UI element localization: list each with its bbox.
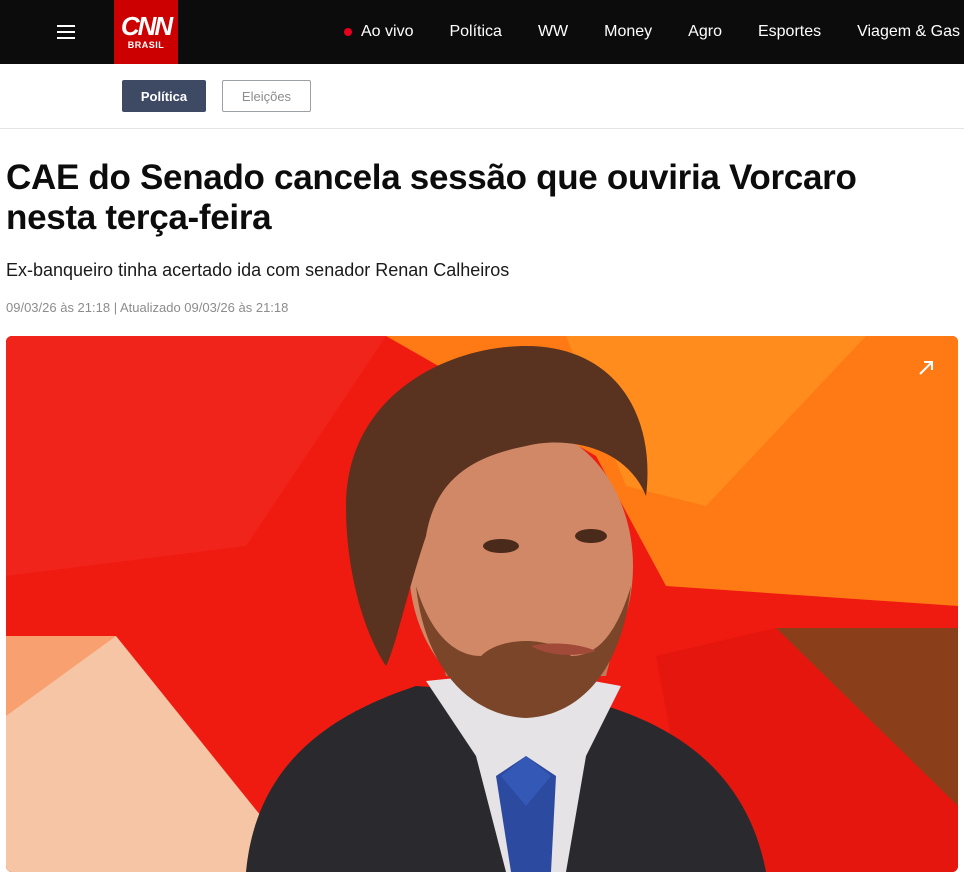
hamburger-menu-icon[interactable]	[50, 16, 82, 48]
hero-photo-illustration	[6, 336, 958, 872]
nav-item-ww[interactable]: WW	[538, 23, 568, 41]
main-nav: Ao vivo Política WW Money Agro Esportes …	[344, 0, 964, 64]
expand-arrow-icon[interactable]	[916, 358, 936, 378]
nav-item-viagem[interactable]: Viagem & Gas	[857, 23, 960, 41]
top-navigation-bar: CNN BRASIL Ao vivo Política WW Money Agr…	[0, 0, 964, 64]
logo-subtitle: BRASIL	[127, 39, 165, 50]
article-timestamp: 09/03/26 às 21:18 | Atualizado 09/03/26 …	[6, 300, 289, 315]
nav-item-live-label: Ao vivo	[361, 23, 414, 40]
nav-item-esportes[interactable]: Esportes	[758, 23, 821, 41]
logo-wordmark: CNN	[120, 10, 173, 41]
tag-eleicoes[interactable]: Eleições	[222, 80, 311, 112]
nav-item-money[interactable]: Money	[604, 23, 652, 41]
hero-image[interactable]	[6, 336, 958, 872]
nav-item-live[interactable]: Ao vivo	[344, 23, 413, 41]
nav-item-politica[interactable]: Política	[449, 23, 501, 41]
nav-item-agro[interactable]: Agro	[688, 23, 722, 41]
article-headline: CAE do Senado cancela sessão que ouviria…	[6, 158, 857, 237]
tag-politica[interactable]: Política	[122, 80, 206, 112]
cnn-brasil-logo[interactable]: CNN BRASIL	[114, 0, 178, 64]
article-subheadline: Ex-banqueiro tinha acertado ida com sena…	[6, 260, 510, 280]
section-tags-bar: Política Eleições	[0, 64, 964, 129]
live-dot-icon	[344, 28, 352, 36]
